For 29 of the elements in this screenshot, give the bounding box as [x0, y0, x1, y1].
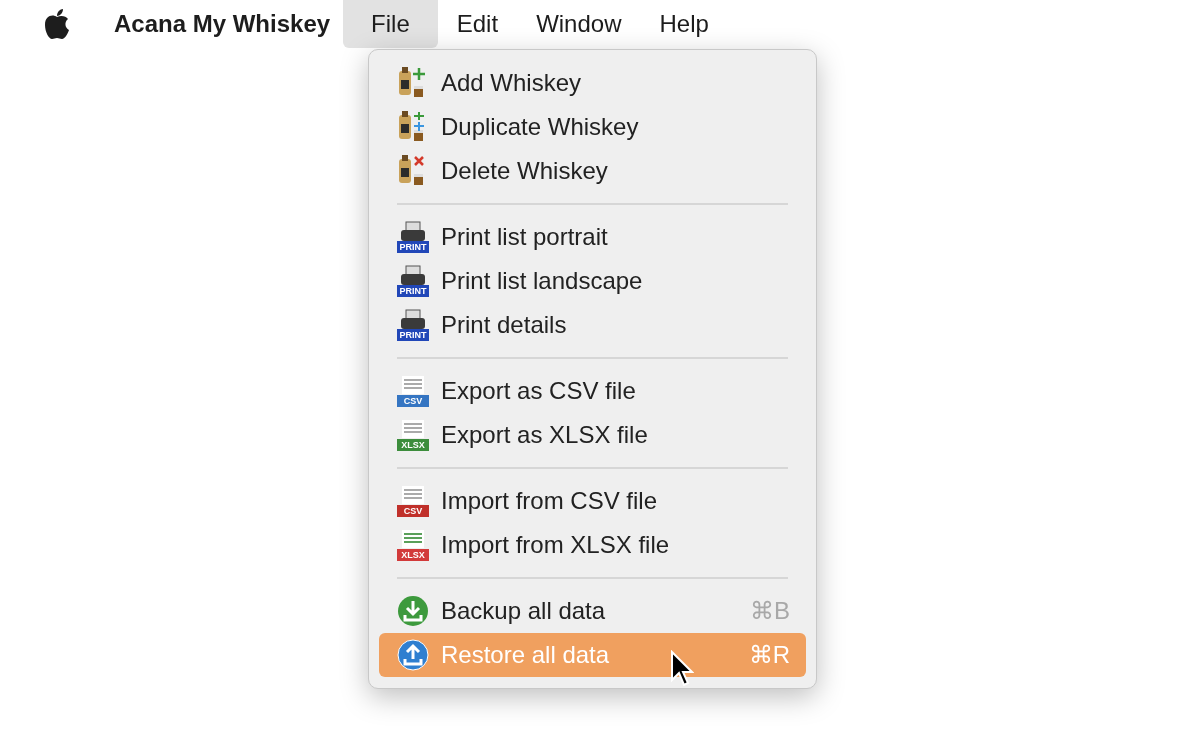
menu-item[interactable]: CSV Export as CSV file — [379, 369, 806, 413]
icon-label: PRINT — [397, 241, 429, 253]
menu-item[interactable]: Backup all data ⌘B — [379, 589, 806, 633]
app-name-menu[interactable]: Acana My Whiskey — [114, 6, 331, 42]
mouse-pointer-icon — [670, 650, 694, 688]
menu-bar-item[interactable]: File — [343, 0, 438, 48]
icon-label: XLSX — [397, 439, 429, 451]
menu-item[interactable]: PRINT Print list portrait — [379, 215, 806, 259]
menu-item[interactable]: PRINT Print list landscape — [379, 259, 806, 303]
icon-label: CSV — [397, 395, 429, 407]
menu-item[interactable]: Delete Whiskey — [379, 149, 806, 193]
menu-bar-item[interactable]: Edit — [443, 0, 512, 48]
apple-logo-icon[interactable] — [42, 8, 72, 40]
menu-bar-item[interactable]: Window — [523, 0, 635, 48]
icon-label: XLSX — [397, 549, 429, 561]
menu-bar-item[interactable]: Help — [646, 0, 722, 48]
icon-label: CSV — [397, 505, 429, 517]
download-icon — [397, 595, 429, 627]
icon-label: PRINT — [397, 329, 429, 341]
menu-item[interactable]: CSV Import from CSV file — [379, 479, 806, 523]
menu-item[interactable]: XLSX Export as XLSX file — [379, 413, 806, 457]
icon-label: PRINT — [397, 285, 429, 297]
menu-item[interactable]: PRINT Print details — [379, 303, 806, 347]
menu-item[interactable]: XLSX Import from XLSX file — [379, 523, 806, 567]
shortcut-label: ⌘R — [748, 640, 790, 670]
upload-icon — [397, 639, 429, 671]
menu-item[interactable]: Add Whiskey — [379, 61, 806, 105]
menu-item[interactable]: Duplicate Whiskey — [379, 105, 806, 149]
shortcut-label: ⌘B — [750, 596, 790, 626]
